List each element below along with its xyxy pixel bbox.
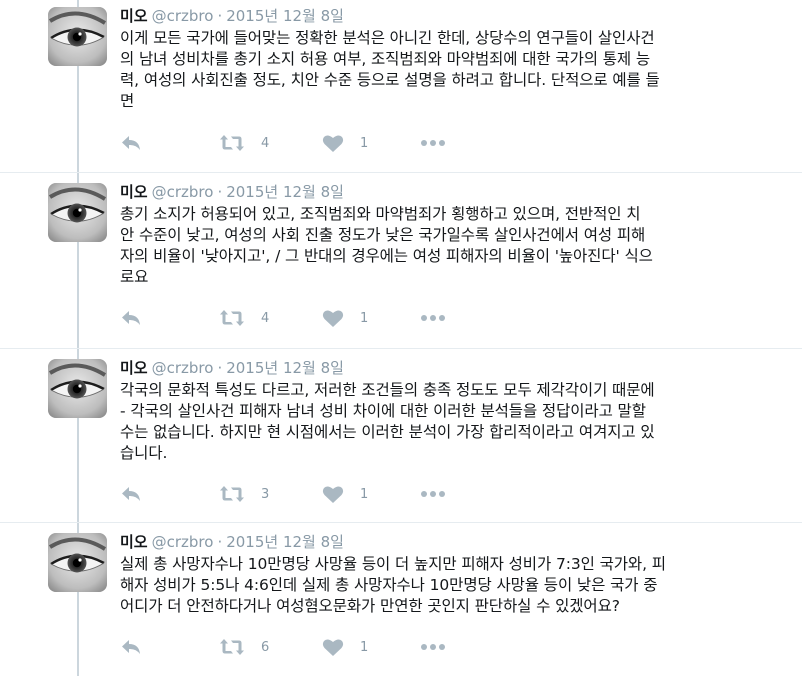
separator-dot: · bbox=[217, 7, 223, 25]
more-icon bbox=[421, 491, 445, 497]
reply-button[interactable] bbox=[120, 482, 142, 506]
retweet-button[interactable]: 4 bbox=[219, 131, 269, 155]
retweet-icon bbox=[220, 486, 244, 502]
retweet-icon bbox=[220, 135, 244, 151]
tweet-divider bbox=[0, 172, 802, 173]
more-button[interactable] bbox=[420, 482, 446, 506]
heart-icon bbox=[322, 134, 344, 152]
heart-icon bbox=[322, 638, 344, 656]
more-icon bbox=[421, 140, 445, 146]
retweet-count: 4 bbox=[261, 310, 270, 326]
like-button[interactable]: 1 bbox=[322, 306, 368, 330]
tweet-text: 실제 총 사망자수나 10만명당 사망율 등이 더 높지만 피해자 성비가 7:… bbox=[120, 555, 666, 615]
author-handle[interactable]: @crzbro bbox=[152, 7, 214, 25]
tweet-thread: 미오 @crzbro · 2015년 12월 8일 이게 모든 국가에 들어맞는 정확… bbox=[0, 0, 802, 676]
avatar[interactable] bbox=[48, 7, 107, 66]
heart-icon bbox=[322, 309, 344, 327]
author-handle[interactable]: @crzbro bbox=[152, 183, 214, 201]
like-count: 1 bbox=[360, 135, 369, 151]
tweet-date[interactable]: 2015년 12월 8일 bbox=[226, 533, 344, 551]
more-icon bbox=[421, 644, 445, 650]
retweet-count: 6 bbox=[261, 639, 270, 655]
tweet-text: 총기 소지가 허용되어 있고, 조직범죄와 마약범죄가 횡행하고 있으며, 전반… bbox=[120, 205, 653, 286]
eye-photo-icon bbox=[48, 7, 107, 66]
author-name[interactable]: 미오 bbox=[120, 533, 148, 551]
like-count: 1 bbox=[360, 486, 369, 502]
tweet-date[interactable]: 2015년 12월 8일 bbox=[226, 359, 344, 377]
like-button[interactable]: 1 bbox=[322, 635, 368, 659]
author-name[interactable]: 미오 bbox=[120, 7, 148, 25]
tweet-actions: 4 1 bbox=[120, 131, 450, 155]
tweet-divider bbox=[0, 348, 802, 349]
retweet-button[interactable]: 4 bbox=[219, 306, 269, 330]
author-handle[interactable]: @crzbro bbox=[152, 359, 214, 377]
eye-photo-icon bbox=[48, 183, 107, 242]
avatar[interactable] bbox=[48, 533, 107, 592]
tweet-text: 각국의 문화적 특성도 다르고, 저러한 조건들의 충족 정도도 모두 제각각이… bbox=[120, 381, 655, 462]
reply-button[interactable] bbox=[120, 306, 142, 330]
more-button[interactable] bbox=[420, 306, 446, 330]
tweet-date[interactable]: 2015년 12월 8일 bbox=[226, 183, 344, 201]
separator-dot: · bbox=[217, 183, 223, 201]
tweet-text: 이게 모든 국가에 들어맞는 정확한 분석은 아니긴 한데, 상당수의 연구들이… bbox=[120, 29, 660, 110]
avatar[interactable] bbox=[48, 359, 107, 418]
author-handle[interactable]: @crzbro bbox=[152, 533, 214, 551]
tweet-header: 미오 @crzbro · 2015년 12월 8일 bbox=[120, 182, 344, 202]
eye-photo-icon bbox=[48, 359, 107, 418]
tweet-header: 미오 @crzbro · 2015년 12월 8일 bbox=[120, 358, 344, 378]
retweet-button[interactable]: 3 bbox=[219, 482, 269, 506]
reply-icon bbox=[122, 487, 140, 501]
retweet-button[interactable]: 6 bbox=[219, 635, 269, 659]
heart-icon bbox=[322, 485, 344, 503]
reply-button[interactable] bbox=[120, 635, 142, 659]
avatar[interactable] bbox=[48, 183, 107, 242]
tweet-actions: 6 1 bbox=[120, 635, 450, 659]
author-name[interactable]: 미오 bbox=[120, 359, 148, 377]
more-button[interactable] bbox=[420, 131, 446, 155]
reply-icon bbox=[122, 640, 140, 654]
retweet-count: 3 bbox=[261, 486, 270, 502]
like-button[interactable]: 1 bbox=[322, 131, 368, 155]
tweet-date[interactable]: 2015년 12월 8일 bbox=[226, 7, 344, 25]
like-button[interactable]: 1 bbox=[322, 482, 368, 506]
like-count: 1 bbox=[360, 639, 369, 655]
more-icon bbox=[421, 315, 445, 321]
author-name[interactable]: 미오 bbox=[120, 183, 148, 201]
retweet-count: 4 bbox=[261, 135, 270, 151]
tweet-actions: 4 1 bbox=[120, 306, 450, 330]
eye-photo-icon bbox=[48, 533, 107, 592]
more-button[interactable] bbox=[420, 635, 446, 659]
tweet-header: 미오 @crzbro · 2015년 12월 8일 bbox=[120, 6, 344, 26]
retweet-icon bbox=[220, 639, 244, 655]
like-count: 1 bbox=[360, 310, 369, 326]
tweet-header: 미오 @crzbro · 2015년 12월 8일 bbox=[120, 532, 344, 552]
tweet-actions: 3 1 bbox=[120, 482, 450, 506]
retweet-icon bbox=[220, 310, 244, 326]
separator-dot: · bbox=[217, 359, 223, 377]
reply-icon bbox=[122, 136, 140, 150]
reply-button[interactable] bbox=[120, 131, 142, 155]
separator-dot: · bbox=[217, 533, 223, 551]
reply-icon bbox=[122, 311, 140, 325]
tweet-divider bbox=[0, 522, 802, 523]
